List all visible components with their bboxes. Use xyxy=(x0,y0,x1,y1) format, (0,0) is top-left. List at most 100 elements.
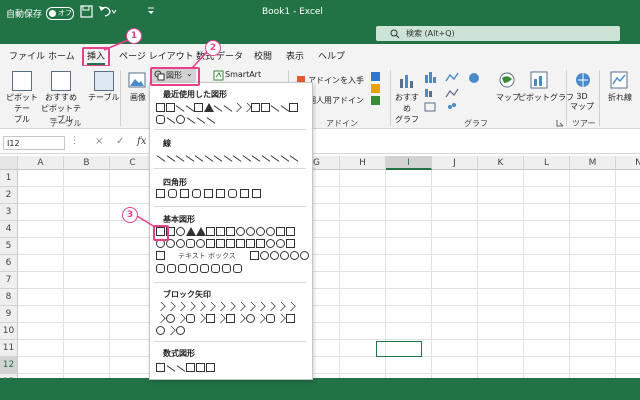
pivot-table-label[interactable]: ピボットテー ブル xyxy=(3,92,41,125)
row-header-3[interactable]: 3 xyxy=(0,204,18,221)
rect-shape-icon[interactable] xyxy=(236,239,245,248)
arrow-shape-icon[interactable] xyxy=(206,301,216,312)
name-box-chevron-icon[interactable]: ⋮ xyxy=(70,136,79,146)
circle-shape-icon[interactable] xyxy=(290,251,299,260)
round-shape-icon[interactable] xyxy=(266,314,275,323)
circle-shape-icon[interactable] xyxy=(176,115,185,124)
autosave-toggle[interactable]: オフ xyxy=(46,7,74,20)
round-shape-icon[interactable] xyxy=(189,264,198,273)
recommended-charts-icon[interactable] xyxy=(398,71,416,89)
sparkline-line-icon[interactable] xyxy=(610,71,628,89)
arrow-shape-icon[interactable] xyxy=(216,313,226,324)
textbox-label[interactable]: テキスト ボックス xyxy=(178,251,236,261)
column-header-b[interactable]: B xyxy=(64,156,110,170)
rect-shape-icon[interactable] xyxy=(252,189,261,198)
rect-shape-icon[interactable] xyxy=(165,103,175,112)
rect-shape-icon[interactable] xyxy=(286,227,295,236)
column-header-m[interactable]: M xyxy=(570,156,616,170)
arrow-shape-icon[interactable] xyxy=(276,313,286,324)
row-header-10[interactable]: 10 xyxy=(0,323,18,340)
cancel-icon[interactable]: × xyxy=(95,136,103,147)
line-shape-icon[interactable] xyxy=(213,155,223,162)
rect-shape-icon[interactable] xyxy=(206,363,215,372)
arrow-shape-icon[interactable] xyxy=(286,301,296,312)
tri-shape-icon[interactable] xyxy=(186,227,196,236)
rect-shape-icon[interactable] xyxy=(256,239,265,248)
circle-shape-icon[interactable] xyxy=(276,239,285,248)
line-shape-icon[interactable] xyxy=(232,155,242,162)
search-box[interactable]: 検索 (Alt+Q) xyxy=(376,26,620,41)
map-icon[interactable] xyxy=(498,71,516,89)
arrow-shape-icon[interactable] xyxy=(166,301,176,312)
circle-shape-icon[interactable] xyxy=(156,326,165,335)
line-shape-icon[interactable] xyxy=(280,155,289,162)
line-shape-icon[interactable] xyxy=(270,105,280,112)
rect-shape-icon[interactable] xyxy=(156,189,165,198)
tab-help[interactable]: ヘルプ xyxy=(318,49,345,62)
rect-shape-icon[interactable] xyxy=(226,239,235,248)
circle-shape-icon[interactable] xyxy=(166,314,175,323)
tab-file[interactable]: ファイル xyxy=(9,49,45,62)
tab-view[interactable]: 表示 xyxy=(286,49,304,62)
round-shape-icon[interactable] xyxy=(167,264,176,273)
line-shape-icon[interactable] xyxy=(166,117,176,124)
arrow-shape-icon[interactable] xyxy=(226,301,236,312)
circle-shape-icon[interactable] xyxy=(246,227,255,236)
arrow-shape-icon[interactable] xyxy=(256,301,266,312)
map3d-label[interactable]: 3D マップ xyxy=(570,92,594,112)
customize-toolbar-icon[interactable] xyxy=(146,6,156,16)
arrow-shape-icon[interactable] xyxy=(236,313,246,324)
table-label[interactable]: テーブル xyxy=(88,92,120,103)
cell-area[interactable] xyxy=(18,170,640,378)
round-shape-icon[interactable] xyxy=(168,189,177,198)
line-shape-icon[interactable] xyxy=(185,155,194,162)
line-shape-icon[interactable] xyxy=(289,155,299,162)
rect-shape-icon[interactable] xyxy=(240,189,249,198)
line-shape-icon[interactable] xyxy=(176,365,186,372)
circle-shape-icon[interactable] xyxy=(246,314,255,323)
tab-page-layout[interactable]: ページ レイアウト xyxy=(119,49,194,62)
line-shape-icon[interactable] xyxy=(280,105,289,112)
rect-shape-icon[interactable] xyxy=(276,227,285,236)
line-shape-icon[interactable] xyxy=(175,155,185,162)
rect-shape-icon[interactable] xyxy=(286,239,295,248)
line-shape-icon[interactable] xyxy=(156,155,166,162)
line-shape-icon[interactable] xyxy=(166,155,175,162)
rect-shape-icon[interactable] xyxy=(226,227,235,236)
image-label[interactable]: 画像 xyxy=(128,92,148,103)
dialog-launcher-icon[interactable] xyxy=(556,119,564,127)
pivot-chart-icon[interactable] xyxy=(530,71,548,89)
rect-shape-icon[interactable] xyxy=(289,103,298,112)
arrow-shape-icon[interactable] xyxy=(186,301,196,312)
chart-type-icons[interactable] xyxy=(424,71,494,115)
row-header-5[interactable]: 5 xyxy=(0,238,18,255)
circle-shape-icon[interactable] xyxy=(270,251,279,260)
line-shape-icon[interactable] xyxy=(204,155,213,162)
arrow-shape-icon[interactable] xyxy=(276,301,286,312)
tri-shape-icon[interactable] xyxy=(203,103,214,112)
round-shape-icon[interactable] xyxy=(233,264,242,273)
circle-shape-icon[interactable] xyxy=(176,227,185,236)
line-shape-icon[interactable] xyxy=(223,155,232,162)
rect-shape-icon[interactable] xyxy=(194,103,203,112)
arrow-shape-icon[interactable] xyxy=(156,313,166,324)
round-shape-icon[interactable] xyxy=(178,264,187,273)
smartart-label[interactable]: SmartArt xyxy=(225,70,261,79)
rect-shape-icon[interactable] xyxy=(251,103,260,112)
selected-cell[interactable] xyxy=(376,341,422,357)
row-header-8[interactable]: 8 xyxy=(0,289,18,306)
name-box[interactable]: I12 xyxy=(3,136,65,150)
rect-shape-icon[interactable] xyxy=(250,251,259,260)
rect-shape-icon[interactable] xyxy=(206,314,215,323)
arrow-shape-icon[interactable] xyxy=(256,313,266,324)
rect-shape-icon[interactable] xyxy=(216,227,225,236)
tab-review[interactable]: 校閲 xyxy=(254,49,272,62)
arrow-shape-icon[interactable] xyxy=(156,301,166,312)
rect-shape-icon[interactable] xyxy=(204,189,213,198)
pivot-chart-label[interactable]: ピボットグラフ xyxy=(518,92,574,103)
rect-shape-icon[interactable] xyxy=(180,189,189,198)
row-header-6[interactable]: 6 xyxy=(0,255,18,272)
circle-shape-icon[interactable] xyxy=(260,251,269,260)
my-addins-label[interactable]: 個人用アドイン xyxy=(308,95,364,106)
rect-shape-icon[interactable] xyxy=(156,103,165,112)
